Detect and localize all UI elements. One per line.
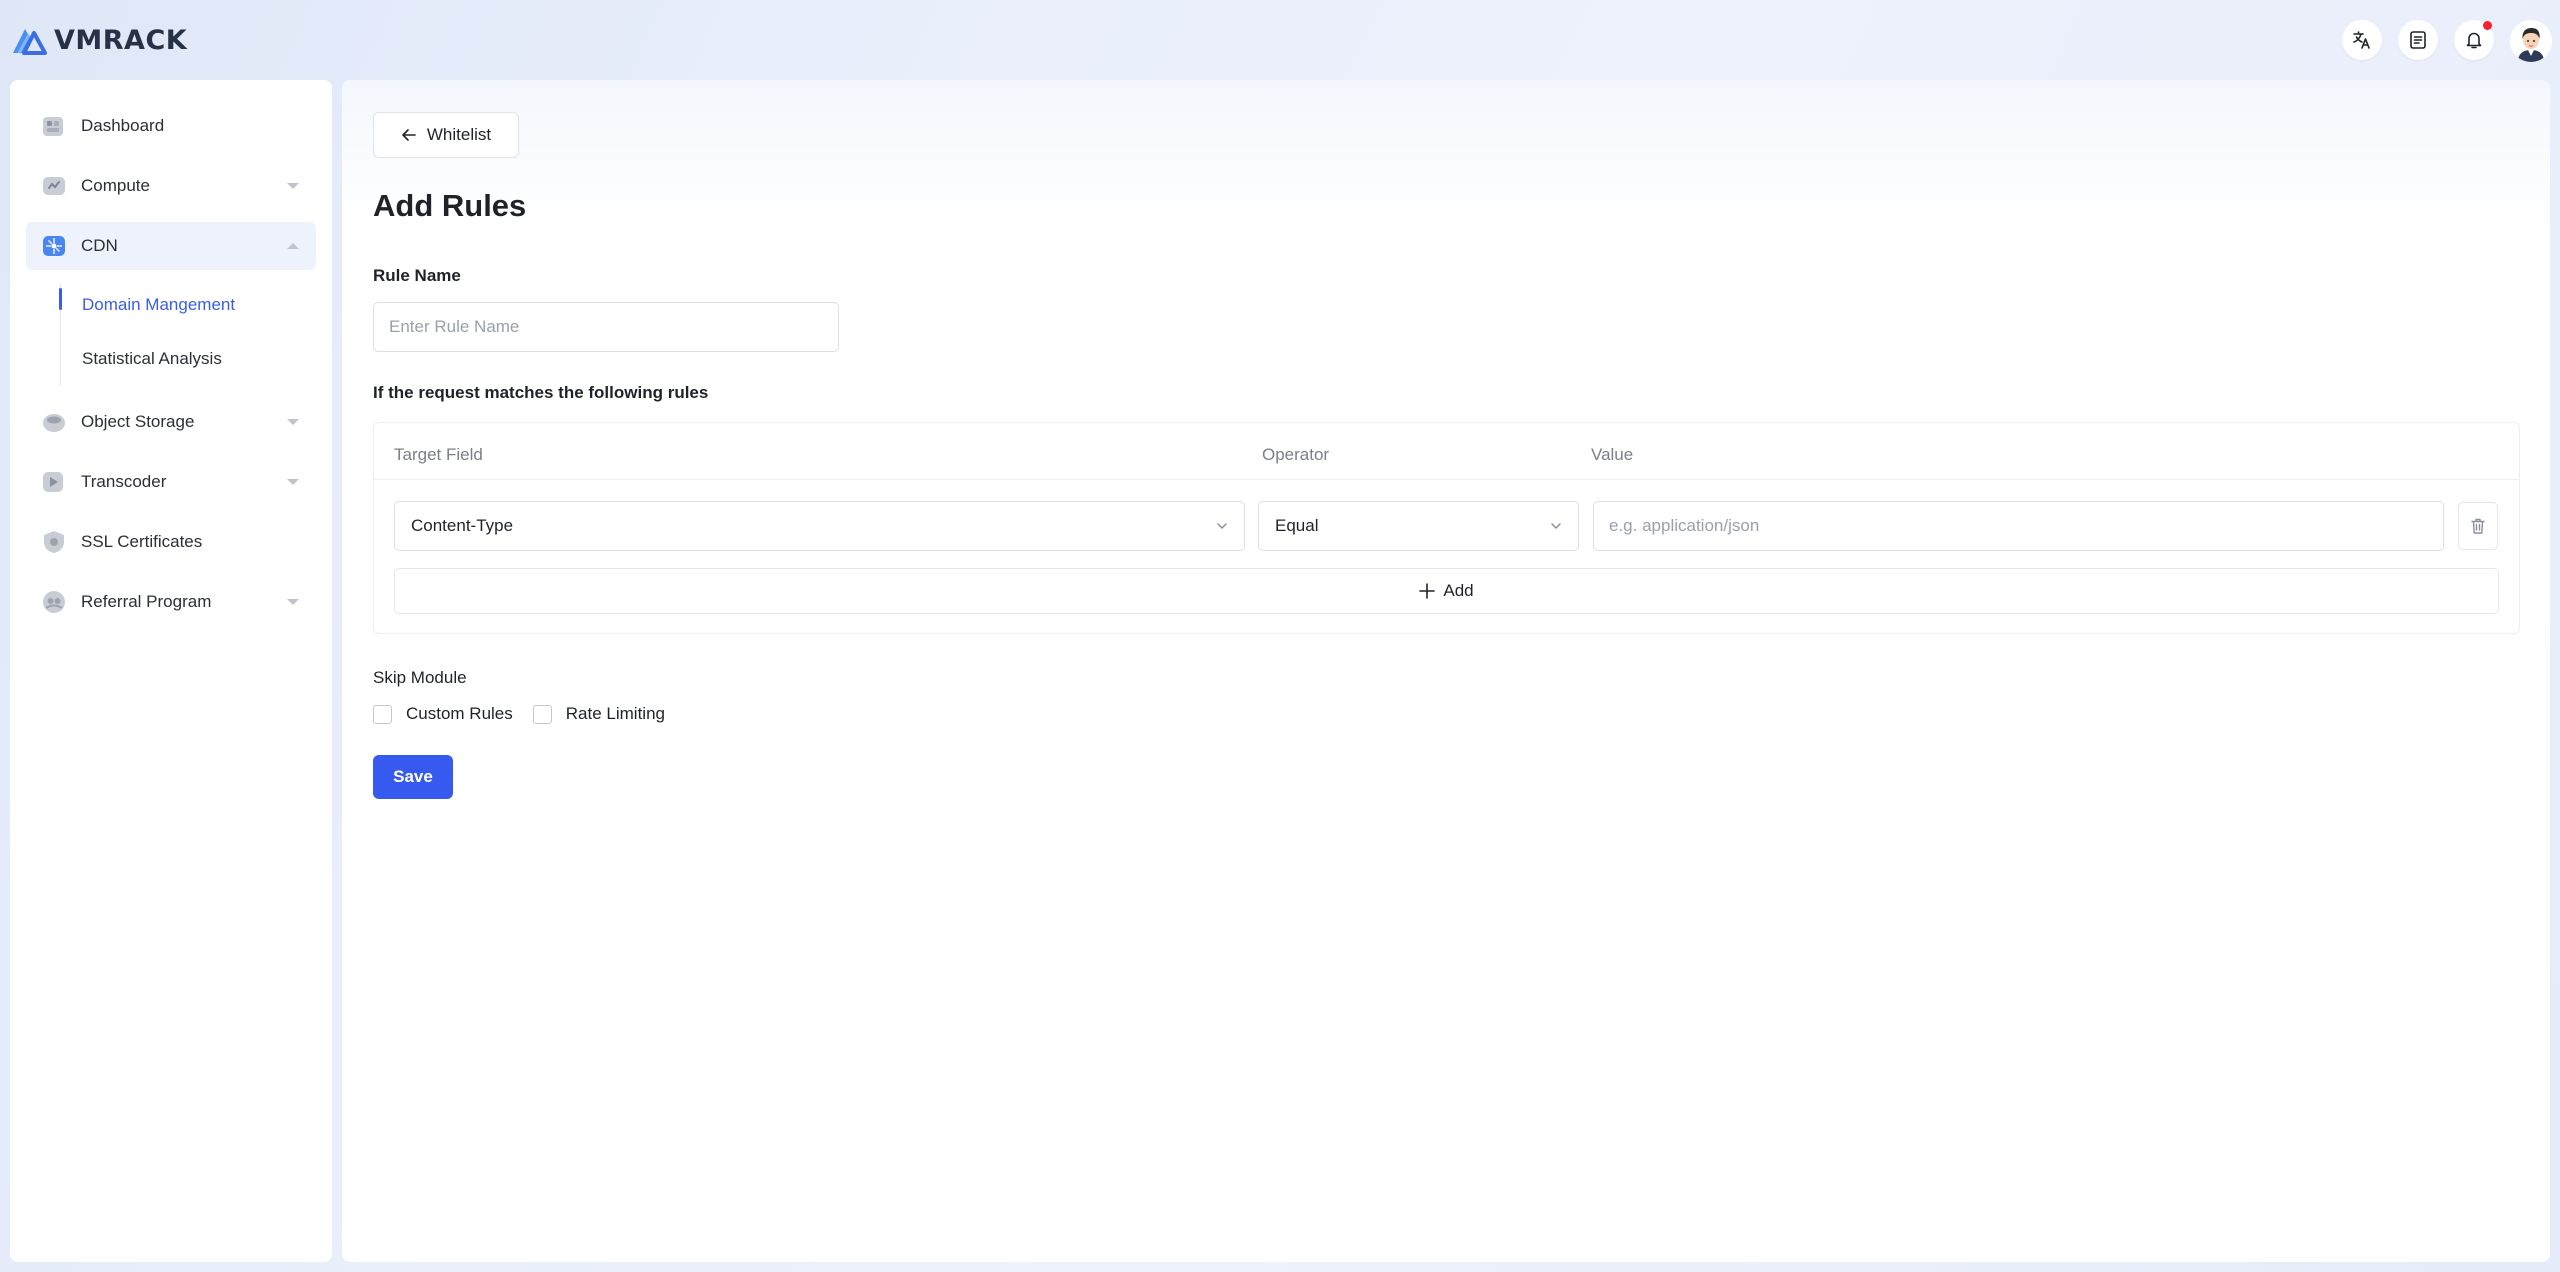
dashboard-icon (41, 113, 67, 139)
sidebar-item-object-storage[interactable]: Object Storage (26, 398, 316, 446)
language-button[interactable] (2342, 20, 2382, 60)
sidebar-item-label: SSL Certificates (81, 532, 203, 551)
rate-limiting-checkbox[interactable]: Rate Limiting (532, 704, 665, 724)
compute-icon (41, 173, 67, 199)
custom-rules-checkbox[interactable]: Custom Rules (373, 704, 513, 724)
sidebar-item-transcoder[interactable]: Transcoder (26, 458, 316, 506)
save-button[interactable]: Save (373, 755, 453, 799)
avatar-icon (2510, 20, 2552, 62)
arrow-left-icon (402, 129, 416, 141)
chevron-down-icon (1217, 523, 1227, 530)
value-input[interactable] (1593, 501, 2444, 551)
chevron-up-icon (287, 243, 299, 249)
logo-text: VMRACK (54, 24, 188, 56)
sidebar-item-label: Dashboard (81, 116, 165, 135)
sidebar-item-ssl-certificates[interactable]: SSL Certificates (26, 518, 316, 566)
sidebar-item-referral-program[interactable]: Referral Program (26, 578, 316, 626)
sidebar-item-label: Referral Program (81, 592, 212, 611)
rule-name-input[interactable] (373, 302, 839, 352)
chevron-down-icon (287, 599, 299, 605)
match-rules-label: If the request matches the following rul… (373, 383, 709, 402)
plus-icon (1419, 583, 1436, 599)
chevron-down-icon (287, 479, 299, 485)
user-avatar[interactable] (2510, 20, 2552, 62)
logo-icon (13, 29, 47, 55)
add-rule-label: Add (1443, 581, 1474, 600)
logo[interactable]: VMRACK (10, 20, 187, 60)
cdn-submenu: Domain Mangement Statistical Analysis (26, 278, 316, 386)
notification-dot (2483, 21, 2492, 30)
chevron-down-icon (1551, 523, 1561, 530)
top-bar: VMRACK (0, 0, 2560, 80)
transcoder-icon (41, 469, 67, 495)
sidebar-item-cdn[interactable]: CDN (26, 222, 316, 270)
rules-table: Target Field Operator Value Content-Type… (373, 422, 2520, 634)
shield-icon (41, 529, 67, 555)
sidebar: Dashboard Compute CDN Domain Mangement S… (10, 80, 332, 1262)
page-title: Add Rules (373, 188, 527, 223)
column-header-target-field: Target Field (394, 445, 483, 464)
sidebar-item-statistical-analysis[interactable]: Statistical Analysis (26, 332, 316, 386)
target-field-value: Content-Type (411, 516, 514, 535)
sidebar-item-dashboard[interactable]: Dashboard (26, 102, 316, 150)
operator-value: Equal (1275, 516, 1319, 535)
delete-rule-button[interactable] (2458, 502, 2498, 550)
skip-module-options: Custom Rules Rate Limiting (373, 704, 685, 724)
back-button-label: Whitelist (426, 125, 492, 144)
storage-icon (41, 409, 67, 435)
skip-module-label: Skip Module (373, 668, 467, 687)
sidebar-item-label: Compute (81, 176, 150, 195)
add-rule-button[interactable]: Add (394, 568, 2499, 614)
header-divider (374, 479, 2519, 480)
referral-icon (41, 589, 67, 615)
sidebar-item-compute[interactable]: Compute (26, 162, 316, 210)
docs-button[interactable] (2398, 20, 2438, 60)
checkbox-box[interactable] (373, 704, 392, 724)
checkbox-box[interactable] (532, 704, 552, 724)
chevron-down-icon (287, 419, 299, 425)
column-header-operator: Operator (1262, 445, 1330, 464)
operator-select[interactable]: Equal (1258, 501, 1579, 551)
sidebar-item-label: CDN (81, 236, 118, 255)
translate-icon (2353, 31, 2370, 49)
cdn-icon (41, 233, 67, 259)
main-content: Whitelist Add Rules Rule Name If the req… (342, 80, 2550, 1262)
rule-name-label: Rule Name (373, 266, 461, 285)
checkbox-label: Custom Rules (406, 704, 513, 723)
target-field-select[interactable]: Content-Type (394, 501, 1245, 551)
sidebar-item-label: Object Storage (81, 412, 195, 431)
bell-icon (2466, 32, 2482, 49)
trash-icon (2471, 518, 2485, 534)
notifications-button[interactable] (2454, 20, 2494, 60)
column-header-value: Value (1591, 445, 1634, 464)
back-to-whitelist-button[interactable]: Whitelist (373, 112, 519, 158)
sidebar-item-label: Transcoder (81, 472, 167, 491)
sidebar-item-domain-management[interactable]: Domain Mangement (26, 278, 316, 332)
chevron-down-icon (287, 183, 299, 189)
checkbox-label: Rate Limiting (565, 704, 665, 723)
document-icon (2410, 31, 2426, 49)
